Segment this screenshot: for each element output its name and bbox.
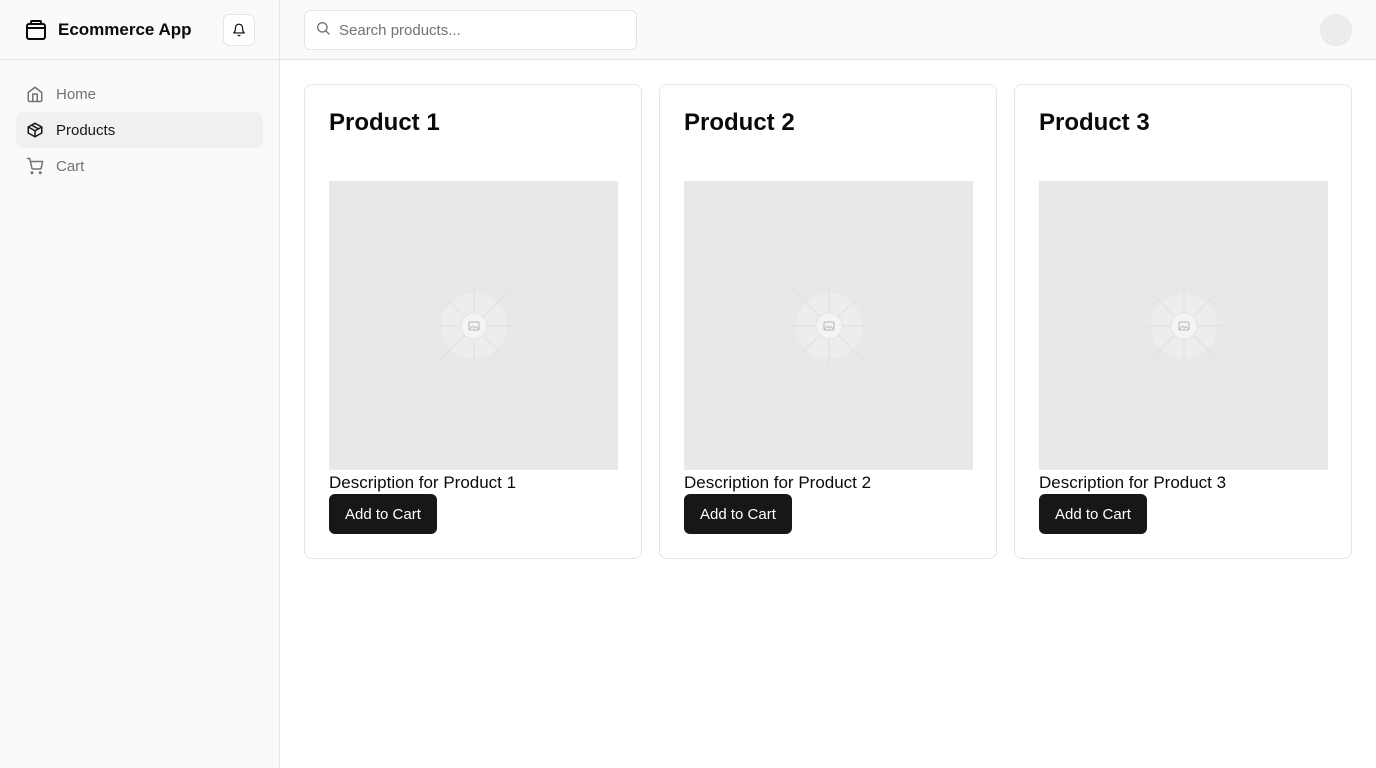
- product-description: Description for Product 2: [684, 473, 872, 492]
- search-icon: [315, 20, 331, 36]
- add-to-cart-button[interactable]: Add to Cart: [329, 494, 437, 534]
- search-input[interactable]: [339, 21, 619, 39]
- product-title: Product 1: [329, 109, 440, 136]
- app-title: Ecommerce App: [58, 19, 192, 39]
- search-box[interactable]: [304, 10, 637, 50]
- image-placeholder-icon: [1143, 285, 1224, 366]
- sidebar-item-products[interactable]: Products: [16, 112, 263, 148]
- sidebar-item-label: Cart: [56, 157, 85, 175]
- package-icon: [26, 121, 44, 139]
- product-image: [1039, 181, 1328, 470]
- home-icon: [26, 85, 44, 103]
- image-placeholder-icon: [433, 285, 514, 366]
- sidebar-nav: Home Products Cart: [0, 60, 279, 200]
- product-description: Description for Product 3: [1039, 473, 1227, 492]
- add-to-cart-button[interactable]: Add to Cart: [1039, 494, 1147, 534]
- product-image: [329, 181, 618, 470]
- product-title: Product 3: [1039, 109, 1150, 136]
- store-icon: [24, 18, 48, 42]
- notifications-button[interactable]: [223, 14, 255, 46]
- brand[interactable]: Ecommerce App: [24, 18, 192, 42]
- sidebar-header: Ecommerce App: [0, 0, 279, 60]
- sidebar-item-home[interactable]: Home: [16, 76, 263, 112]
- product-grid: Product 1 Description for Product 1 Add …: [304, 84, 1352, 559]
- sidebar-item-label: Home: [56, 85, 97, 103]
- product-description: Description for Product 1: [329, 473, 517, 492]
- add-to-cart-button[interactable]: Add to Cart: [684, 494, 792, 534]
- topbar: [280, 0, 1376, 60]
- sidebar: Ecommerce App Home Products Cart: [0, 0, 280, 768]
- bell-icon: [232, 23, 246, 37]
- product-title: Product 2: [684, 109, 795, 136]
- sidebar-item-label: Products: [56, 121, 116, 139]
- cart-icon: [26, 157, 44, 175]
- product-image: [684, 181, 973, 470]
- product-card: Product 1 Description for Product 1 Add …: [304, 84, 642, 559]
- product-card: Product 2 Description for Product 2 Add …: [659, 84, 997, 559]
- product-card: Product 3 Description for Product 3 Add …: [1014, 84, 1352, 559]
- sidebar-item-cart[interactable]: Cart: [16, 148, 263, 184]
- image-placeholder-icon: [788, 285, 869, 366]
- avatar[interactable]: [1320, 14, 1352, 46]
